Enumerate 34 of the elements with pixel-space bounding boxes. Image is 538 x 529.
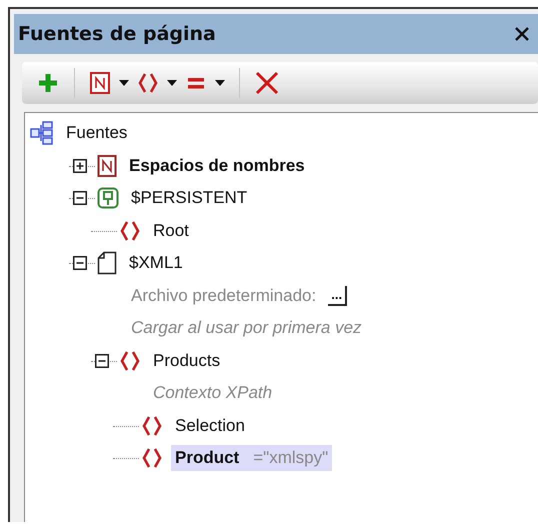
- dropdown-arrow-icon[interactable]: [119, 80, 129, 86]
- collapse-icon[interactable]: [73, 256, 87, 270]
- collapse-icon[interactable]: [95, 354, 109, 368]
- pin-icon: [97, 187, 119, 210]
- tree-item[interactable]: Fuentes: [62, 120, 132, 146]
- dropdown-arrow-icon[interactable]: [167, 80, 177, 86]
- close-icon[interactable]: [514, 26, 530, 42]
- dropdown-arrow-icon[interactable]: [215, 80, 225, 86]
- tree-item[interactable]: Product ="xmlspy": [171, 445, 332, 472]
- note-text: Cargar al usar por primera vez: [131, 318, 362, 338]
- tree-item[interactable]: $PERSISTENT: [127, 185, 252, 212]
- tree-item[interactable]: Espacios de nombres: [125, 152, 309, 179]
- collapse-icon[interactable]: [73, 191, 87, 206]
- browse-button[interactable]: ...: [328, 286, 348, 306]
- braces-icon: [119, 218, 141, 243]
- expand-icon[interactable]: [73, 158, 87, 173]
- tree-structure-icon: [30, 121, 54, 146]
- tree-item[interactable]: Products: [149, 348, 224, 374]
- add-icon[interactable]: [36, 71, 60, 95]
- setting-label: Archivo predeterminado:: [131, 286, 316, 306]
- braces-icon: [119, 348, 141, 373]
- tree-item[interactable]: Selection: [171, 412, 249, 439]
- tree-item[interactable]: $XML1: [125, 250, 187, 276]
- namespace-icon: [97, 154, 117, 178]
- braces-icon[interactable]: [137, 71, 159, 95]
- value-text: ="xmlspy": [253, 448, 328, 468]
- braces-icon: [141, 446, 163, 470]
- document-icon: [97, 251, 117, 276]
- namespace-icon[interactable]: [89, 71, 111, 95]
- note-text: Contexto XPath: [153, 383, 272, 404]
- tree-item[interactable]: Root: [149, 218, 193, 244]
- window-title: Fuentes de página: [18, 23, 216, 45]
- braces-icon: [141, 414, 163, 438]
- delete-icon[interactable]: [254, 70, 280, 96]
